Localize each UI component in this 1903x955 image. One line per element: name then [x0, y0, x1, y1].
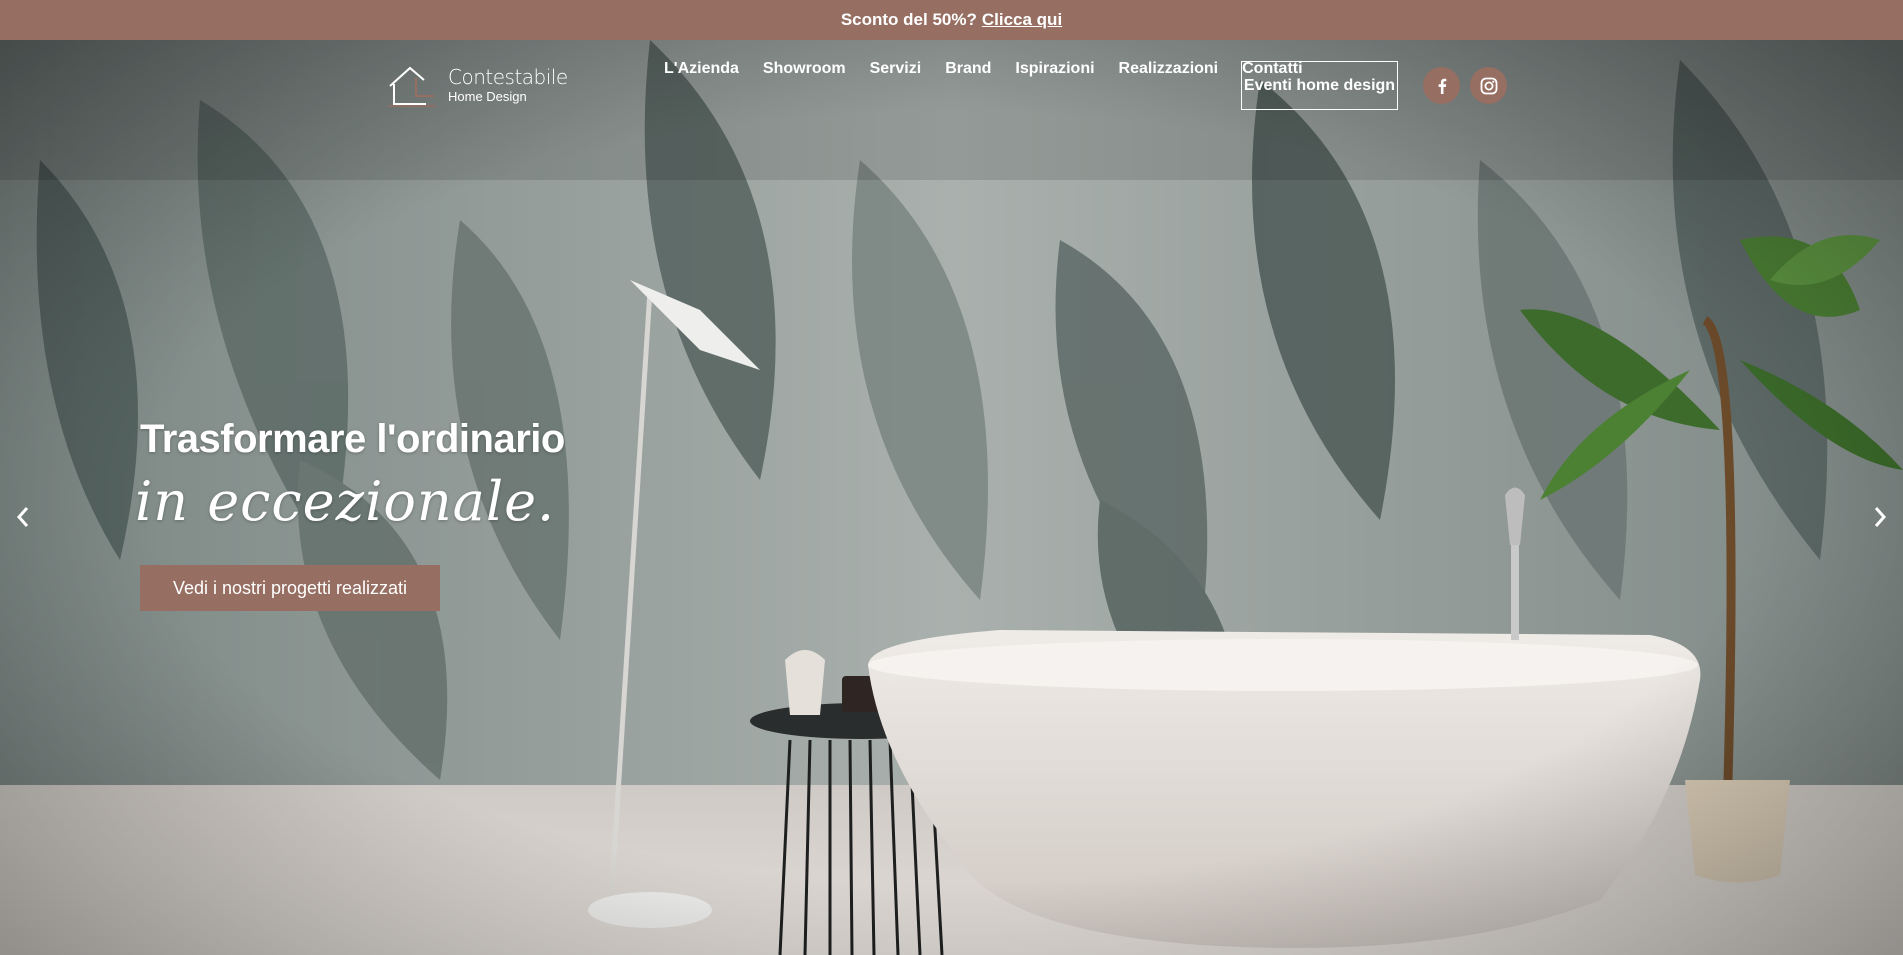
house-logo-icon: [388, 66, 436, 107]
logo-tagline: Home Design: [448, 89, 527, 104]
logo-name: Contestabile: [448, 65, 568, 89]
slider-next-button[interactable]: [1865, 502, 1895, 532]
promo-bar: Sconto del 50%? Clicca qui: [0, 0, 1903, 40]
hero-script-text: in eccezionale.: [135, 470, 556, 533]
chevron-left-icon: [16, 507, 29, 527]
projects-cta-button[interactable]: Vedi i nostri progetti realizzati: [140, 565, 440, 611]
slider-prev-button[interactable]: [8, 502, 38, 532]
promo-link[interactable]: Clicca qui: [982, 10, 1062, 30]
chevron-right-icon: [1874, 507, 1887, 527]
site-header: Contestabile Home Design: [0, 40, 1903, 130]
site-logo[interactable]: Contestabile Home Design: [386, 62, 568, 108]
hero-headline: Trasformare l'ordinario: [140, 417, 565, 461]
promo-text: Sconto del 50%?: [840, 10, 977, 29]
